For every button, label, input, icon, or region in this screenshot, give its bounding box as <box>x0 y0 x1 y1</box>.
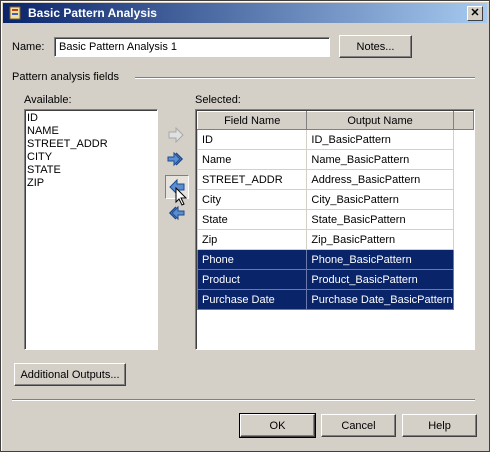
table-row[interactable]: Name Name_BasicPattern <box>196 149 475 170</box>
field-name-cell[interactable]: Phone <box>196 249 308 270</box>
additional-outputs-button[interactable]: Additional Outputs... <box>14 363 126 386</box>
output-name-cell[interactable]: State_BasicPattern <box>306 209 454 230</box>
table-row[interactable]: Phone Phone_BasicPattern <box>196 249 475 270</box>
footer-divider <box>12 399 475 401</box>
cancel-button[interactable]: Cancel <box>321 414 396 437</box>
field-name-cell[interactable]: STREET_ADDR <box>196 169 308 190</box>
title-bar[interactable]: Basic Pattern Analysis ✕ <box>3 3 487 23</box>
available-list[interactable]: ID NAME STREET_ADDR CITY STATE ZIP <box>24 109 158 350</box>
notes-button[interactable]: Notes... <box>339 35 412 58</box>
name-label: Name: <box>12 41 45 53</box>
filler-cell <box>452 249 475 270</box>
group-label: Pattern analysis fields <box>12 71 119 83</box>
filler-cell <box>452 229 475 250</box>
selected-grid[interactable]: Field Name Output Name ID ID_BasicPattern… <box>195 109 475 350</box>
filler-cell <box>452 269 475 290</box>
output-name-cell[interactable]: Name_BasicPattern <box>306 149 454 170</box>
table-row[interactable]: Product Product_BasicPattern <box>196 269 475 290</box>
column-header[interactable]: Output Name <box>306 111 454 130</box>
window-title: Basic Pattern Analysis <box>28 6 157 20</box>
table-row[interactable]: City City_BasicPattern <box>196 189 475 210</box>
filler-cell <box>452 149 475 170</box>
ok-button[interactable]: OK <box>239 413 316 438</box>
list-item[interactable]: CITY <box>25 151 157 164</box>
output-name-cell[interactable]: Product_BasicPattern <box>306 269 454 290</box>
table-row[interactable]: State State_BasicPattern <box>196 209 475 230</box>
field-name-cell[interactable]: State <box>196 209 308 230</box>
table-row[interactable]: Zip Zip_BasicPattern <box>196 229 475 250</box>
filler-cell <box>452 209 475 230</box>
double-arrow-right-icon[interactable] <box>167 151 185 167</box>
list-item[interactable]: ZIP <box>25 177 157 190</box>
field-name-cell[interactable]: Zip <box>196 229 308 250</box>
table-row[interactable]: STREET_ADDR Address_BasicPattern <box>196 169 475 190</box>
table-row[interactable]: ID ID_BasicPattern <box>196 129 475 150</box>
field-name-cell[interactable]: Purchase Date <box>196 289 308 310</box>
name-field[interactable] <box>54 37 330 57</box>
list-item[interactable]: ID <box>25 112 157 125</box>
arrow-right-icon[interactable] <box>167 126 185 144</box>
help-button[interactable]: Help <box>402 414 477 437</box>
output-name-cell[interactable]: Phone_BasicPattern <box>306 249 454 270</box>
output-name-cell[interactable]: Address_BasicPattern <box>306 169 454 190</box>
filler-cell <box>452 129 475 150</box>
column-header[interactable]: Field Name <box>196 111 308 130</box>
field-name-cell[interactable]: Product <box>196 269 308 290</box>
output-name-cell[interactable]: Purchase Date_BasicPattern <box>306 289 454 310</box>
dialog-window: Basic Pattern Analysis ✕ Name: Notes... … <box>0 0 490 452</box>
mouse-cursor-icon <box>175 186 189 210</box>
close-icon: ✕ <box>470 7 480 19</box>
table-header-row: Field Name Output Name <box>196 111 475 130</box>
app-icon <box>8 6 22 20</box>
field-name-cell[interactable]: Name <box>196 149 308 170</box>
output-name-cell[interactable]: City_BasicPattern <box>306 189 454 210</box>
list-item[interactable]: STREET_ADDR <box>25 138 157 151</box>
selected-table: Field Name Output Name ID ID_BasicPattern… <box>196 111 475 310</box>
column-header-filler <box>452 111 475 130</box>
list-item[interactable]: NAME <box>25 125 157 138</box>
list-item[interactable]: STATE <box>25 164 157 177</box>
filler-cell <box>452 289 475 310</box>
close-button[interactable]: ✕ <box>467 6 483 21</box>
group-divider <box>135 77 475 79</box>
filler-cell <box>452 169 475 190</box>
output-name-cell[interactable]: ID_BasicPattern <box>306 129 454 150</box>
output-name-cell[interactable]: Zip_BasicPattern <box>306 229 454 250</box>
selected-label: Selected: <box>195 94 241 106</box>
field-name-cell[interactable]: ID <box>196 129 308 150</box>
field-name-cell[interactable]: City <box>196 189 308 210</box>
available-label: Available: <box>24 94 72 106</box>
table-row[interactable]: Purchase Date Purchase Date_BasicPattern <box>196 289 475 310</box>
filler-cell <box>452 189 475 210</box>
